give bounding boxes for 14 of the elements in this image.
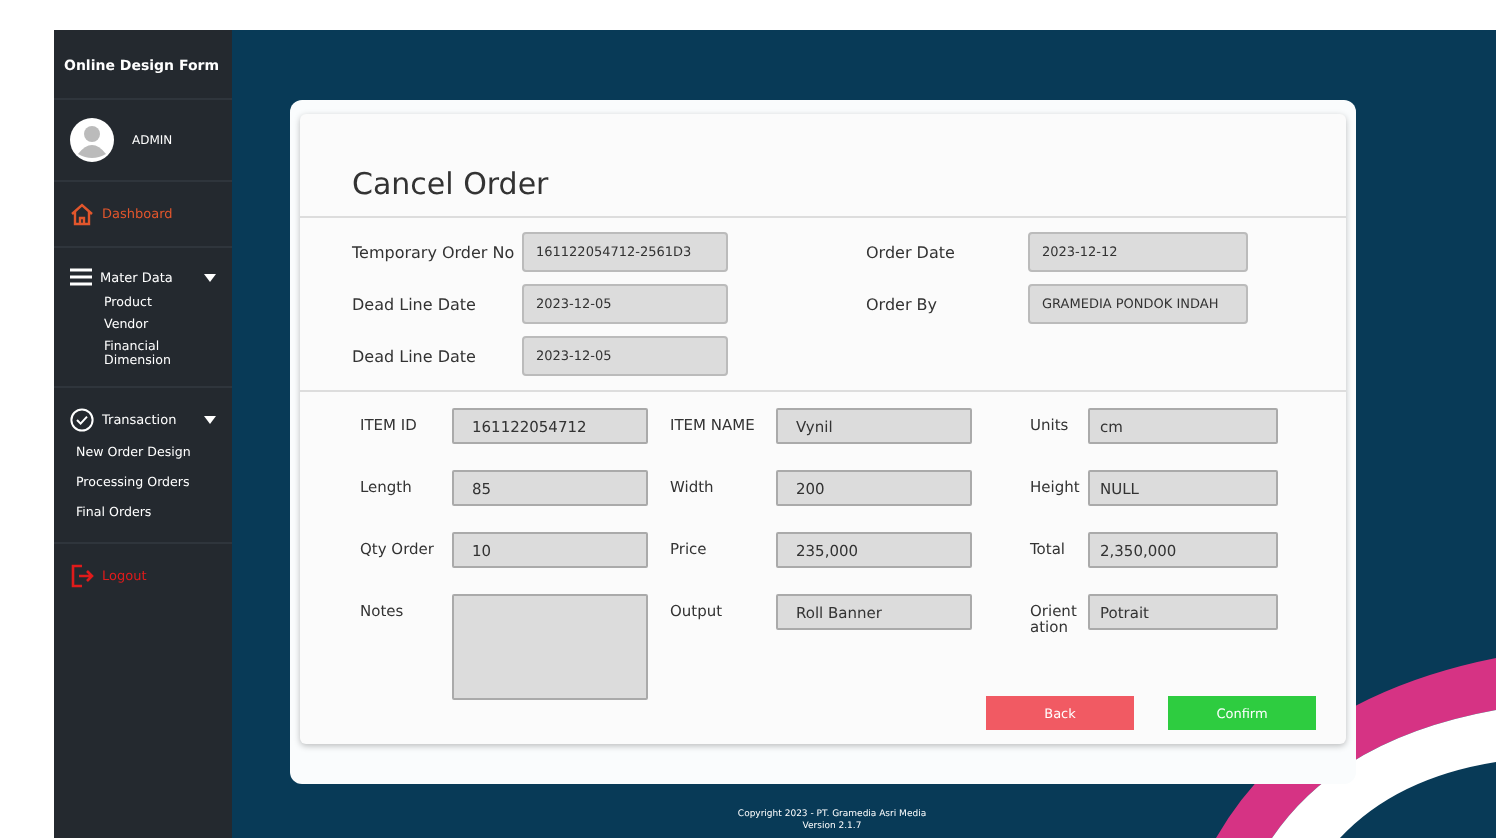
avatar-icon [70,118,114,162]
home-icon [70,202,94,226]
field-label: Dead Line Date [352,347,478,365]
field-label: Order Date [866,243,957,261]
menu-icon [70,268,92,286]
field-label: Order By [866,295,939,313]
field-label: Dead Line Date [352,295,478,313]
check-circle-icon [70,408,94,432]
caret-icon [204,416,216,424]
notes-field[interactable] [452,594,648,700]
field-label: Temporary Order No [352,243,517,261]
caret-icon [204,273,216,281]
form-title: Cancel Order [300,114,1346,218]
logout-icon [70,564,94,588]
